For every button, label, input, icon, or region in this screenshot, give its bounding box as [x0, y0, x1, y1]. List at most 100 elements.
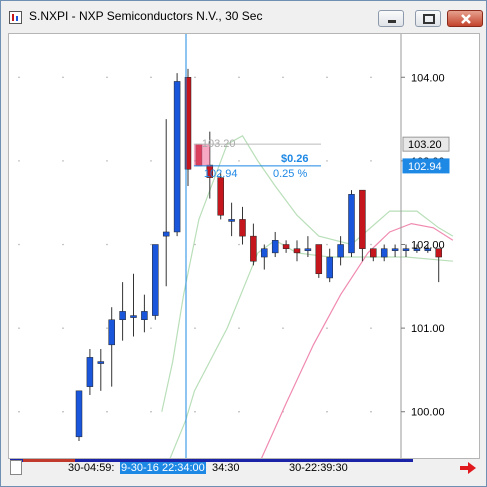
candle-up — [97, 361, 105, 364]
grid-dot — [150, 243, 152, 246]
candle-up — [348, 194, 355, 254]
maximize-button[interactable] — [415, 10, 441, 27]
candle-up — [86, 357, 94, 387]
grid-dot — [238, 76, 240, 79]
candle-up — [337, 244, 344, 258]
candlestick-chart[interactable]: 103.20 102.94 $0.26 0.25 % 100.00 101.00 102.… — [9, 34, 479, 458]
candle-up — [152, 244, 159, 316]
grid-dot — [106, 243, 108, 246]
candle-up — [119, 311, 126, 321]
grid-dot — [106, 160, 108, 162]
time-label: 30-04:59: — [68, 462, 115, 474]
chart-app-icon — [9, 11, 22, 24]
candle-up — [130, 315, 137, 318]
grid-dot — [62, 410, 64, 413]
measure-end-price: 102.94 — [204, 168, 238, 180]
grid-dot — [370, 243, 372, 246]
grid-dot — [18, 243, 20, 246]
grid-dot — [150, 160, 152, 162]
grid-dot — [238, 243, 240, 246]
status-box — [10, 460, 22, 475]
close-icon — [461, 14, 471, 24]
maximize-icon — [423, 14, 435, 24]
grid-dot — [370, 160, 372, 162]
price-tick-label: 100.00 — [411, 407, 445, 419]
grid-dot — [326, 243, 328, 246]
grid-dot — [370, 327, 372, 329]
candle-up — [173, 81, 181, 233]
grid-dot — [62, 76, 64, 79]
measure-start-price: 103.20 — [202, 138, 236, 150]
grid-dot — [370, 410, 372, 413]
grid-dot — [194, 327, 196, 329]
time-label: 34:30 — [212, 462, 240, 474]
grid-dot — [62, 160, 64, 162]
grid-dot — [150, 76, 152, 79]
price-tick-label: 104.00 — [411, 72, 445, 84]
grid-dot — [18, 327, 20, 329]
grid-dot — [106, 327, 108, 329]
price-axis: 100.00101.00102.00103.00104.00103.20102.… — [400, 34, 450, 458]
candle-up — [304, 248, 312, 251]
candle-down — [282, 244, 290, 249]
candle-up — [108, 319, 115, 346]
candle-up — [402, 248, 410, 251]
grid-dot — [326, 76, 328, 79]
price-tag-102-94: 102.94 — [408, 161, 442, 173]
grid-dot — [194, 76, 196, 79]
grid-dot — [326, 410, 328, 413]
grid-dot — [106, 76, 108, 79]
grid-dot — [282, 327, 284, 329]
candle-down — [239, 219, 246, 237]
grid-dot — [238, 327, 240, 329]
measure-tool: 103.20 102.94 $0.26 0.25 % — [193, 138, 321, 180]
grid-dot — [194, 410, 196, 413]
grid-dot — [326, 160, 328, 162]
chart-window: S.NXPI - NXP Semiconductors N.V., 30 Sec… — [0, 0, 487, 487]
price-tick-label: 102.00 — [411, 240, 445, 252]
candle-down — [370, 248, 377, 258]
grid-dot — [282, 76, 284, 79]
candle-down — [293, 248, 301, 254]
grid-dot — [326, 327, 328, 329]
candle-down — [315, 244, 323, 275]
grid-dot — [238, 160, 240, 162]
candle-up — [261, 248, 268, 258]
price-tick-label: 101.00 — [411, 323, 445, 335]
grid-dot — [150, 410, 152, 413]
grid-dot — [150, 327, 152, 329]
title-bar[interactable]: S.NXPI - NXP Semiconductors N.V., 30 Sec — [1, 1, 486, 33]
minimize-button[interactable] — [378, 10, 404, 27]
time-label: 30-22:39:30 — [289, 462, 348, 474]
candle-up — [391, 248, 399, 251]
moving-average-green-lower — [169, 239, 453, 458]
candle-down — [359, 189, 366, 249]
candle-down — [250, 235, 257, 262]
grid-dot — [106, 410, 108, 413]
candle-up — [162, 231, 170, 237]
grid-dot — [62, 327, 64, 329]
time-label-cursor: 9-30-16 22:34:00 — [120, 462, 206, 474]
candle-down — [217, 177, 224, 216]
scroll-right-arrow-icon[interactable] — [459, 461, 477, 475]
grid-dot — [238, 410, 240, 413]
candle-up — [380, 248, 388, 258]
minimize-icon — [388, 20, 396, 23]
candle-up — [326, 256, 333, 279]
candles — [75, 68, 442, 441]
grid-dot — [18, 410, 20, 413]
window-title: S.NXPI - NXP Semiconductors N.V., 30 Sec — [29, 9, 263, 23]
grid-dot — [18, 160, 20, 162]
candle-up — [141, 311, 148, 321]
grid-dot — [18, 76, 20, 79]
measure-percent: 0.25 % — [273, 168, 307, 180]
price-tag-103-20: 103.20 — [408, 139, 442, 151]
candle-up — [228, 219, 235, 222]
measure-change: $0.26 — [281, 153, 309, 165]
close-button[interactable] — [447, 10, 483, 27]
candle-up — [271, 240, 279, 254]
candle-up — [75, 390, 83, 438]
grid-dot — [370, 76, 372, 79]
grid-dot — [62, 243, 64, 246]
moving-averages — [161, 134, 454, 458]
